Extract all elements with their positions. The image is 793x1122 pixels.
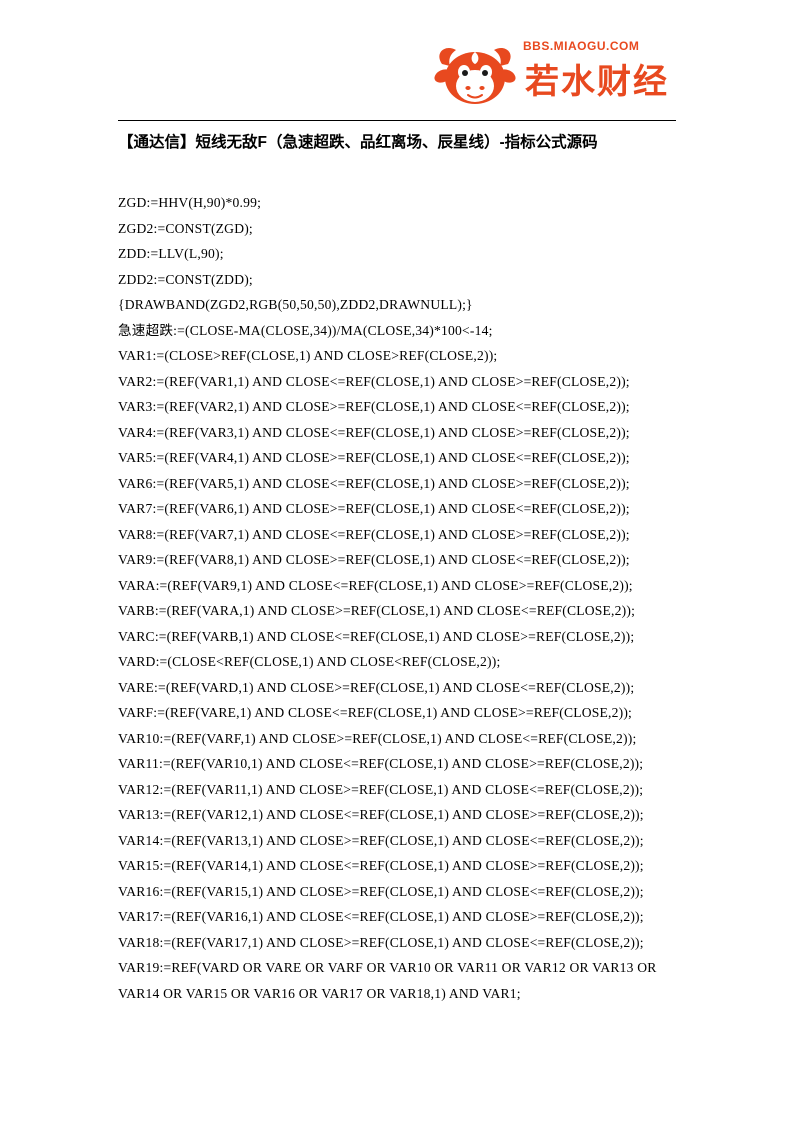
code-line: VAR10:=(REF(VARF,1) AND CLOSE>=REF(CLOSE… bbox=[118, 730, 637, 746]
code-line: ZDD:=LLV(L,90); bbox=[118, 246, 224, 261]
code-line: VAR14:=(REF(VAR13,1) AND CLOSE>=REF(CLOS… bbox=[118, 832, 644, 848]
code-line: ZDD2:=CONST(ZDD); bbox=[118, 271, 253, 287]
code-line: VARA:=(REF(VAR9,1) AND CLOSE<=REF(CLOSE,… bbox=[118, 577, 633, 593]
code-line: VAR15:=(REF(VAR14,1) AND CLOSE<=REF(CLOS… bbox=[118, 858, 644, 873]
code-line: VAR13:=(REF(VAR12,1) AND CLOSE<=REF(CLOS… bbox=[118, 807, 644, 822]
code-line: VARB:=(REF(VARA,1) AND CLOSE>=REF(CLOSE,… bbox=[118, 603, 636, 618]
code-line: VAR5:=(REF(VAR4,1) AND CLOSE>=REF(CLOSE,… bbox=[118, 450, 630, 465]
page-title: 【通达信】短线无敌F（急速超跌、品红离场、辰星线）-指标公式源码 bbox=[118, 134, 598, 151]
code-line: VAR2:=(REF(VAR1,1) AND CLOSE<=REF(CLOSE,… bbox=[118, 373, 630, 389]
logo-brand-text: 若水财经 bbox=[525, 63, 669, 101]
document-page: BBS.MIAOGU.COM 若水财经 【通达信】短线无敌F（急速超跌、品红离场… bbox=[0, 0, 793, 1122]
code-line: VAR1:=(CLOSE>REF(CLOSE,1) AND CLOSE>REF(… bbox=[118, 348, 498, 363]
code-line: VARD:=(CLOSE<REF(CLOSE,1) AND CLOSE<REF(… bbox=[118, 654, 501, 669]
logo-graphic: BBS.MIAOGU.COM 若水财经 bbox=[434, 39, 669, 104]
code-line: VAR9:=(REF(VAR8,1) AND CLOSE>=REF(CLOSE,… bbox=[118, 552, 630, 567]
code-line: VAR3:=(REF(VAR2,1) AND CLOSE>=REF(CLOSE,… bbox=[118, 399, 630, 414]
code-line: ZGD2:=CONST(ZGD); bbox=[118, 220, 253, 236]
code-line: VAR12:=(REF(VAR11,1) AND CLOSE>=REF(CLOS… bbox=[118, 781, 644, 797]
code-line: VAR6:=(REF(VAR5,1) AND CLOSE<=REF(CLOSE,… bbox=[118, 475, 630, 491]
code-line: VAR8:=(REF(VAR7,1) AND CLOSE<=REF(CLOSE,… bbox=[118, 526, 630, 542]
site-logo: BBS.MIAOGU.COM 若水财经 bbox=[430, 36, 675, 110]
code-line: VAR11:=(REF(VAR10,1) AND CLOSE<=REF(CLOS… bbox=[118, 756, 644, 771]
code-line: VAR19:=REF(VARD OR VARE OR VARF OR VAR10… bbox=[118, 960, 660, 1001]
code-line: VAR18:=(REF(VAR17,1) AND CLOSE>=REF(CLOS… bbox=[118, 934, 644, 950]
code-line: {DRAWBAND(ZGD2,RGB(50,50,50),ZDD2,DRAWNU… bbox=[118, 297, 473, 312]
code-line: VARF:=(REF(VARE,1) AND CLOSE<=REF(CLOSE,… bbox=[118, 705, 633, 720]
formula-source-code: ZGD:=HHV(H,90)*0.99; ZGD2:=CONST(ZGD); ZDD… bbox=[118, 190, 688, 1006]
code-line: ZGD:=HHV(H,90)*0.99; bbox=[118, 195, 262, 210]
code-line: VAR4:=(REF(VAR3,1) AND CLOSE<=REF(CLOSE,… bbox=[118, 424, 630, 440]
header-divider bbox=[118, 120, 676, 121]
code-line: 急速超跌:=(CLOSE-MA(CLOSE,34))/MA(CLOSE,34)*… bbox=[118, 322, 493, 338]
code-line: VARC:=(REF(VARB,1) AND CLOSE<=REF(CLOSE,… bbox=[118, 628, 635, 644]
code-line: VAR17:=(REF(VAR16,1) AND CLOSE<=REF(CLOS… bbox=[118, 909, 644, 924]
logo-url-text: BBS.MIAOGU.COM bbox=[523, 39, 639, 53]
bull-mascot-icon bbox=[434, 47, 516, 104]
code-line: VARE:=(REF(VARD,1) AND CLOSE>=REF(CLOSE,… bbox=[118, 679, 635, 695]
code-line: VAR7:=(REF(VAR6,1) AND CLOSE>=REF(CLOSE,… bbox=[118, 501, 630, 516]
code-line: VAR16:=(REF(VAR15,1) AND CLOSE>=REF(CLOS… bbox=[118, 883, 644, 899]
